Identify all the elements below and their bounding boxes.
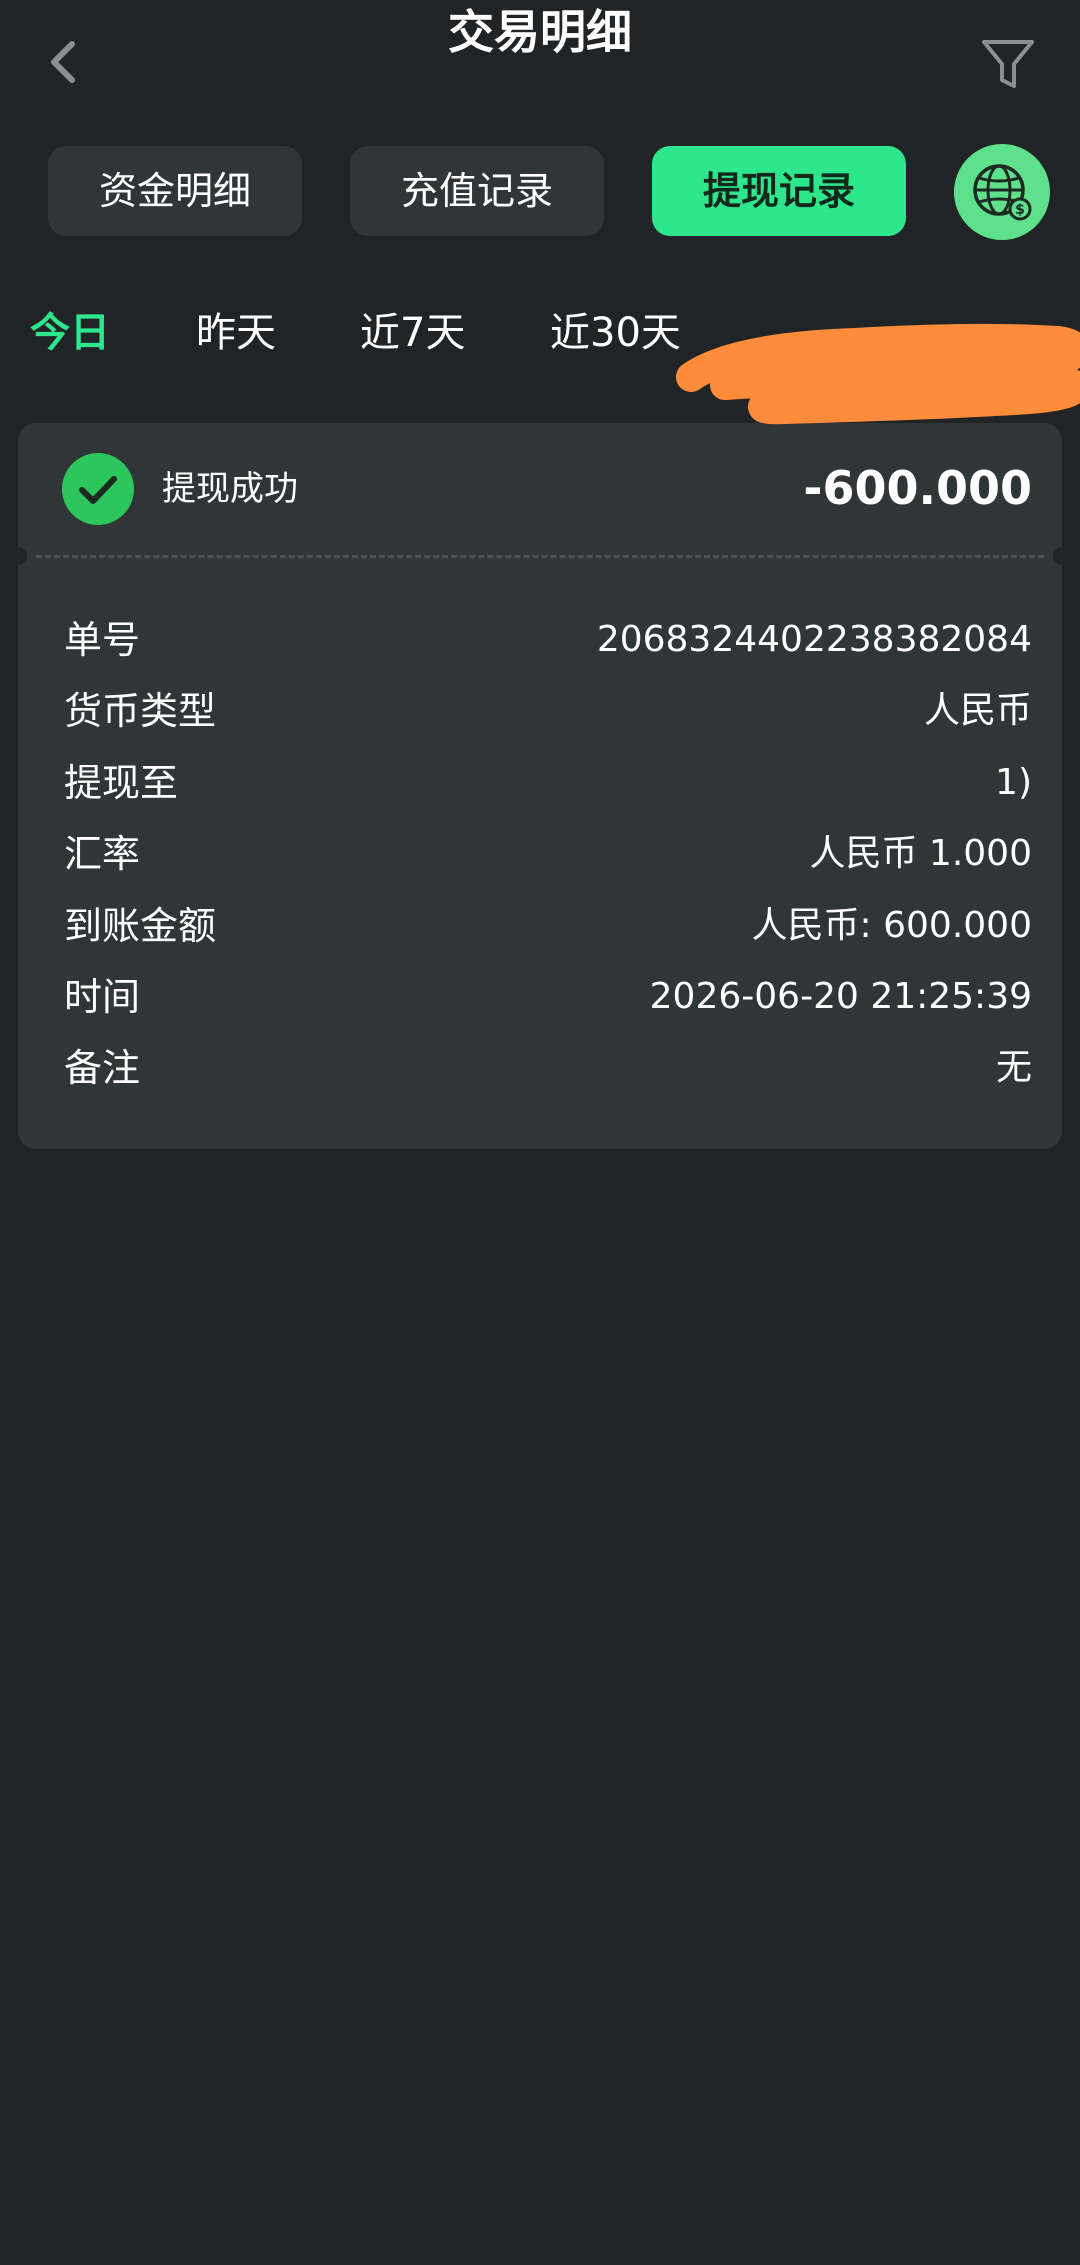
detail-row-withdraw-to: 提现至 1): [18, 750, 1062, 821]
detail-value: 无: [995, 1047, 1032, 1089]
card-notch: [1053, 547, 1071, 565]
detail-label: 货币类型: [64, 689, 217, 734]
detail-label: 时间: [64, 974, 141, 1019]
detail-value: 1): [995, 761, 1032, 803]
record-type-tabs: 资金明细 充值记录 提现记录 $: [0, 144, 1080, 240]
record-details: 单号 2068324402238382084 货币类型 人民币 提现至 1) 汇…: [18, 607, 1062, 1107]
tab-fund-details[interactable]: 资金明细: [48, 146, 302, 236]
detail-row-remark: 备注 无: [18, 1035, 1062, 1106]
filter-icon: [982, 40, 1034, 88]
date-option-7-days[interactable]: 近7天: [360, 300, 465, 366]
redaction-scribble: [676, 323, 1080, 425]
status-label: 提现成功: [162, 469, 298, 509]
filter-button[interactable]: [976, 32, 1040, 96]
detail-label: 到账金额: [64, 903, 217, 948]
tab-withdrawal-records[interactable]: 提现记录: [652, 146, 906, 236]
date-option-yesterday[interactable]: 昨天: [196, 300, 276, 366]
detail-value: 人民币: 600.000: [751, 904, 1032, 946]
detail-label: 汇率: [64, 832, 141, 877]
detail-label: 单号: [64, 618, 141, 662]
detail-value: 人民币: [923, 690, 1032, 732]
card-notch: [9, 547, 27, 565]
detail-row-order-number: 单号 2068324402238382084: [18, 607, 1062, 678]
check-circle-icon: [62, 453, 134, 525]
detail-row-exchange-rate: 汇率 人民币 1.000: [18, 821, 1062, 892]
svg-text:$: $: [1015, 202, 1025, 218]
detail-label: 提现至: [64, 760, 179, 805]
page-title: 交易明细: [448, 5, 632, 59]
tab-deposit-records[interactable]: 充值记录: [350, 146, 604, 236]
detail-value: 人民币 1.000: [809, 833, 1032, 875]
globe-settings-icon: $: [973, 164, 1032, 221]
globe-settings-button[interactable]: $: [954, 144, 1050, 240]
detail-label: 备注: [64, 1046, 141, 1091]
amount-value: -600.000: [803, 461, 1032, 515]
record-summary: 提现成功 -600.000: [18, 423, 1062, 555]
detail-value: 2068324402238382084: [596, 619, 1032, 660]
withdrawal-record-card[interactable]: 提现成功 -600.000 单号 2068324402238382084 货币类…: [9, 423, 1071, 1149]
header-bar: 交易明细: [0, 0, 1080, 120]
date-option-30-days[interactable]: 近30天: [550, 300, 681, 366]
dashed-divider: [36, 555, 1044, 558]
detail-row-currency: 货币类型 人民币: [18, 678, 1062, 749]
detail-row-received-amount: 到账金额 人民币: 600.000: [18, 893, 1062, 964]
date-option-today[interactable]: 今日: [30, 300, 110, 366]
detail-row-time: 时间 2026-06-20 21:25:39: [18, 964, 1062, 1035]
detail-value: 2026-06-20 21:25:39: [649, 975, 1032, 1017]
